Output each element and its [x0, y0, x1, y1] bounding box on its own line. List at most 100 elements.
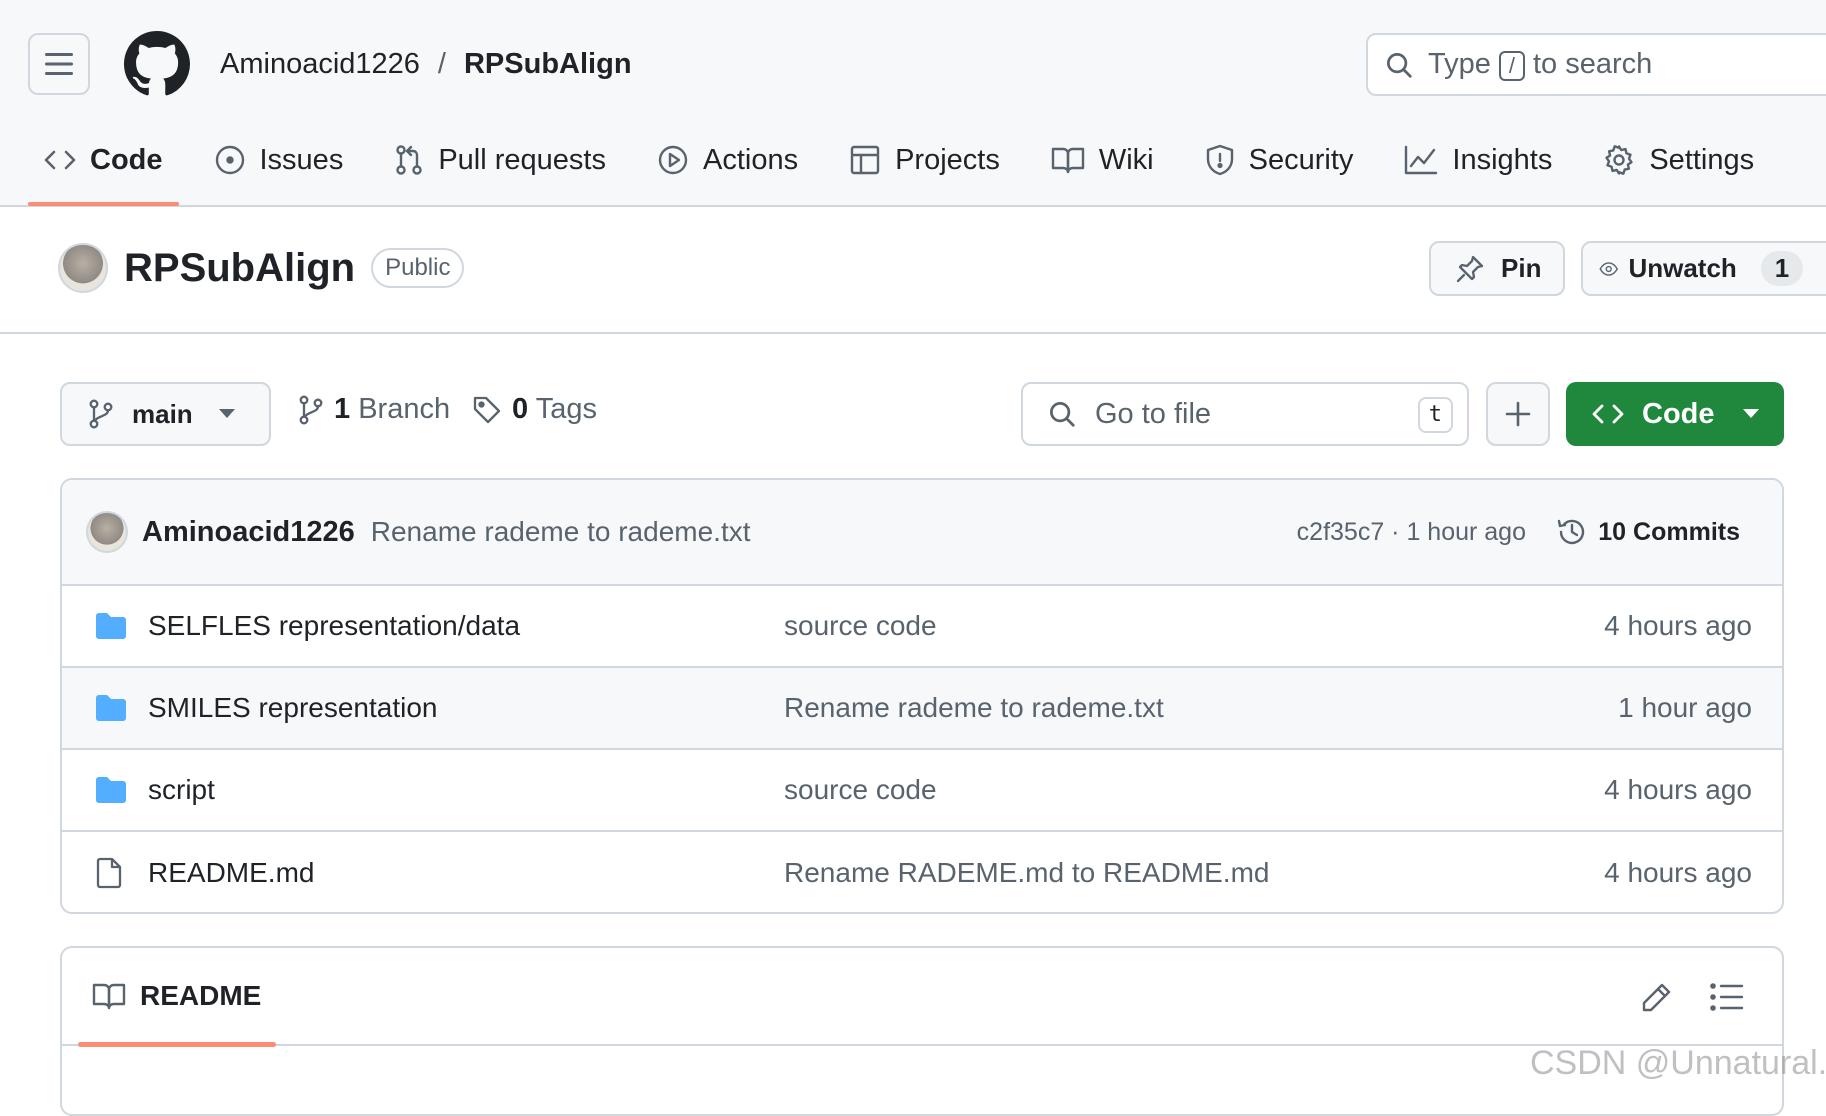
- search-icon: [1387, 52, 1412, 78]
- branch-selector[interactable]: main: [60, 382, 271, 446]
- tab-projects[interactable]: Projects: [833, 138, 1016, 182]
- play-icon: [658, 145, 688, 175]
- go-to-file-shortcut-key: t: [1417, 397, 1453, 433]
- tab-insights[interactable]: Insights: [1388, 138, 1568, 182]
- global-search-input[interactable]: Type / to search: [1366, 33, 1826, 96]
- repo-link[interactable]: RPSubAlign: [464, 48, 632, 80]
- tab-code[interactable]: Code: [28, 138, 179, 206]
- file-table: Aminoacid1226 Rename rademe to rademe.tx…: [60, 478, 1784, 914]
- readme-tab-underline: [78, 1042, 276, 1047]
- watch-count: 1: [1760, 251, 1804, 286]
- file-commit-message[interactable]: source code: [784, 774, 937, 806]
- commit-hash-time[interactable]: c2f35c7 · 1 hour ago: [1297, 518, 1526, 547]
- folder-icon: [96, 613, 126, 639]
- pencil-icon[interactable]: [1640, 982, 1672, 1014]
- tag-count: 0: [512, 393, 529, 425]
- commit-author-avatar[interactable]: [86, 511, 128, 553]
- add-file-button[interactable]: [1486, 382, 1550, 446]
- visibility-badge: Public: [371, 248, 465, 288]
- repo-name[interactable]: RPSubAlign: [124, 246, 355, 291]
- issue-opened-icon: [215, 145, 244, 175]
- table-icon: [850, 145, 880, 175]
- breadcrumb: Aminoacid1226 / RPSubAlign: [220, 44, 632, 84]
- tab-label: Issues: [259, 143, 344, 176]
- file-commit-message[interactable]: source code: [784, 610, 937, 642]
- file-icon: [96, 857, 122, 889]
- readme-title: README: [140, 980, 262, 1011]
- book-icon: [1051, 147, 1085, 174]
- list-unordered-icon[interactable]: [1710, 982, 1744, 1012]
- unwatch-button[interactable]: Unwatch 1: [1581, 241, 1826, 296]
- search-shortcut-key: /: [1498, 51, 1525, 81]
- tag-icon: [473, 396, 501, 423]
- code-icon: [1592, 404, 1624, 424]
- file-row[interactable]: SMILES representation Rename rademe to r…: [62, 668, 1782, 750]
- file-name[interactable]: script: [148, 774, 215, 806]
- global-header: Aminoacid1226/RPSubAlign Type / to search …: [0, 0, 1826, 207]
- branch-count: 1: [334, 393, 351, 425]
- graph-icon: [1405, 145, 1438, 175]
- tab-label: Insights: [1452, 143, 1553, 176]
- file-commit-message[interactable]: Rename rademe to rademe.txt: [784, 692, 1164, 724]
- tab-security[interactable]: Security: [1189, 138, 1370, 182]
- file-commit-time: 4 hours ago: [1604, 857, 1752, 888]
- git-pull-request-icon: [396, 145, 423, 175]
- file-commit-time: 4 hours ago: [1604, 610, 1752, 641]
- git-branch-icon: [89, 399, 113, 429]
- tab-settings[interactable]: Settings: [1587, 138, 1770, 182]
- go-to-file-input[interactable]: Go to file t: [1021, 382, 1469, 446]
- file-commit-time: 4 hours ago: [1604, 774, 1752, 805]
- latest-commit-bar: Aminoacid1226 Rename rademe to rademe.tx…: [62, 480, 1782, 586]
- hamburger-menu-button[interactable]: [28, 33, 90, 95]
- gear-icon: [1605, 145, 1634, 175]
- repo-nav-tabs: Code Issues Pull requests Actions Projec…: [28, 138, 1789, 207]
- shield-icon: [1206, 144, 1233, 176]
- commit-message[interactable]: Rename rademe to rademe.txt: [371, 516, 751, 548]
- code-button[interactable]: Code: [1566, 382, 1784, 446]
- file-commit-message[interactable]: Rename RADEME.md to README.md: [784, 857, 1269, 889]
- commit-author[interactable]: Aminoacid1226: [142, 516, 355, 549]
- tab-wiki[interactable]: Wiki: [1035, 138, 1170, 182]
- caret-down-icon: [218, 409, 235, 418]
- repo-title: RPSubAlign Public: [58, 243, 465, 293]
- file-name[interactable]: README.md: [148, 857, 314, 889]
- tab-issues[interactable]: Issues: [198, 138, 360, 182]
- folder-icon: [96, 777, 126, 803]
- branch-name: main: [132, 398, 193, 429]
- watermark: CSDN @Unnatural.: [1530, 1044, 1826, 1082]
- search-placeholder: Type / to search: [1428, 48, 1653, 81]
- tab-pull-requests[interactable]: Pull requests: [378, 138, 622, 182]
- tab-label: Code: [90, 143, 163, 176]
- search-icon: [1050, 402, 1075, 427]
- folder-icon: [96, 695, 126, 721]
- branches-link[interactable]: 1 Branch: [298, 393, 450, 426]
- code-icon: [44, 150, 76, 170]
- pin-button[interactable]: Pin: [1429, 241, 1565, 296]
- history-icon: [1558, 519, 1585, 545]
- owner-avatar[interactable]: [58, 243, 108, 293]
- readme-panel: README: [60, 946, 1784, 1116]
- readme-tab[interactable]: README: [92, 980, 261, 1012]
- file-row[interactable]: script source code 4 hours ago: [62, 750, 1782, 832]
- github-logo-icon[interactable]: [124, 31, 190, 97]
- readme-divider: [62, 1044, 1782, 1046]
- tags-link[interactable]: 0 Tags: [472, 393, 597, 426]
- eye-icon: [1599, 261, 1619, 276]
- code-button-label: Code: [1642, 397, 1715, 430]
- file-row[interactable]: README.md Rename RADEME.md to README.md …: [62, 832, 1782, 912]
- tab-label: Projects: [895, 143, 1000, 176]
- tab-label: Actions: [702, 143, 799, 176]
- hamburger-icon: [45, 53, 73, 75]
- branch-label: Branch: [358, 393, 451, 425]
- file-row[interactable]: SELFLES representation/data source code …: [62, 586, 1782, 668]
- tab-label: Settings: [1649, 143, 1755, 176]
- file-name[interactable]: SELFLES representation/data: [148, 610, 520, 642]
- tab-actions[interactable]: Actions: [641, 138, 814, 182]
- unwatch-label: Unwatch: [1628, 253, 1737, 283]
- plus-icon: [1505, 401, 1531, 427]
- file-name[interactable]: SMILES representation: [148, 692, 438, 724]
- book-icon: [92, 983, 126, 1010]
- commits-link[interactable]: 10 Commits: [1556, 516, 1740, 548]
- commit-count: 10 Commits: [1598, 517, 1740, 546]
- owner-link[interactable]: Aminoacid1226: [220, 48, 420, 80]
